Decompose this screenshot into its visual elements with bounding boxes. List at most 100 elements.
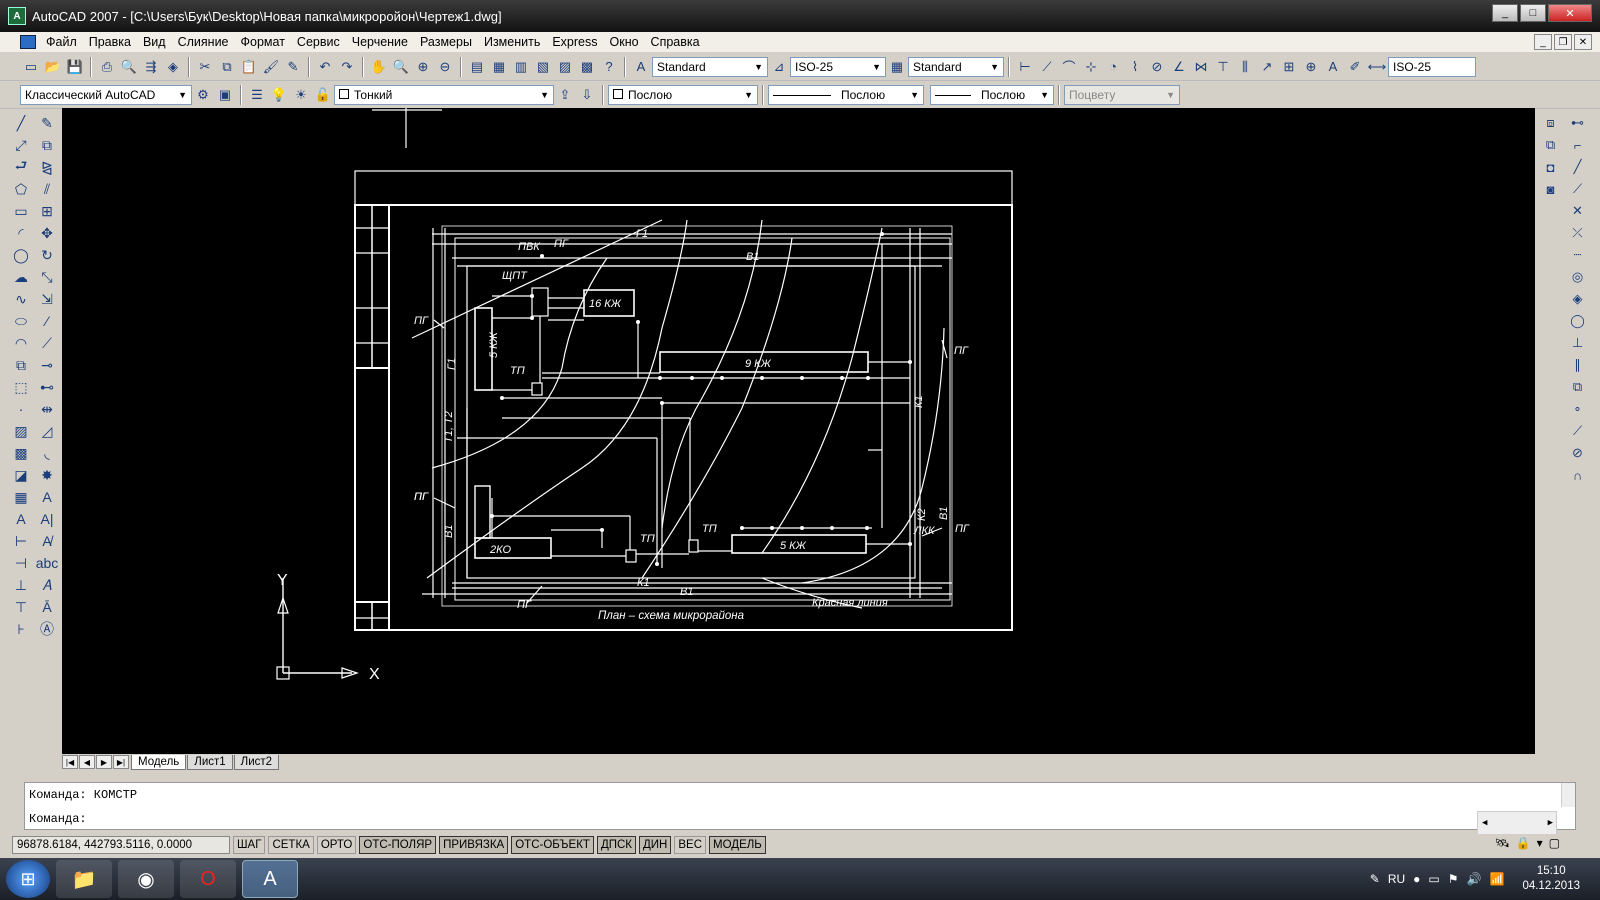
opera-taskbar-icon[interactable]: O <box>180 860 236 898</box>
clock[interactable]: 15:10 04.12.2013 <box>1522 864 1580 894</box>
prev-tab-icon[interactable]: ◀ <box>79 755 95 769</box>
trim-icon[interactable]: ⁄ <box>36 310 58 332</box>
chrome-taskbar-icon[interactable]: ◉ <box>118 860 174 898</box>
network-tray-icon[interactable]: ● <box>1413 872 1420 886</box>
tolerance-icon[interactable]: ⊞ <box>1278 56 1300 78</box>
dim-style-select[interactable]: ISO-25 ▼ <box>790 56 886 77</box>
clean-screen-icon[interactable]: ▢ <box>1549 836 1560 850</box>
erase-icon[interactable]: ✎ <box>36 112 58 134</box>
markup-icon[interactable]: ▨ <box>554 56 576 78</box>
ducs-toggle[interactable]: ДПСК <box>596 836 636 854</box>
document-icon[interactable] <box>20 35 36 49</box>
menu-edit[interactable]: Правка <box>83 35 137 49</box>
polar-toggle[interactable]: ОТС-ПОЛЯР <box>359 836 437 854</box>
dim-continue-icon[interactable]: ⫼ <box>1234 56 1256 78</box>
design-center-icon[interactable]: ▦ <box>488 56 510 78</box>
menu-view[interactable]: Вид <box>137 35 172 49</box>
snap-toggle[interactable]: ШАГ <box>233 836 266 854</box>
drawing-canvas[interactable]: ПВК ПГ ЩПТ Г1 16 КЖ В1 ПГ ПГ Г1 5 КЖ ТП … <box>62 108 1535 754</box>
dim-style-icon[interactable]: ⊿ <box>768 56 790 78</box>
line-icon[interactable]: ╱ <box>10 112 32 134</box>
text-edit-icon[interactable]: A̸ <box>36 530 58 552</box>
minimize-button[interactable]: _ <box>1492 4 1518 22</box>
lock-toolbar-icon[interactable]: 🔒 <box>1516 836 1531 850</box>
block-editor-icon[interactable]: ✎ <box>282 56 304 78</box>
chamfer-icon[interactable]: ◿ <box>36 420 58 442</box>
zoom-previous-icon[interactable]: ⊖ <box>434 56 456 78</box>
color-select[interactable]: Послою ▼ <box>608 84 758 105</box>
circle-icon[interactable]: ◯ <box>10 244 32 266</box>
pen-tray-icon[interactable]: ✎ <box>1370 872 1380 886</box>
dim-edit-icon[interactable]: A <box>1322 56 1344 78</box>
mtext-edit-icon[interactable]: A| <box>36 508 58 530</box>
quick-dim-icon[interactable]: ⋈ <box>1190 56 1212 78</box>
new-icon[interactable]: ▭ <box>20 56 42 78</box>
layer-manager-icon[interactable]: ☰ <box>246 84 268 106</box>
snap-temp-track-icon[interactable]: ⊷ <box>1567 112 1589 134</box>
workspace-settings-icon[interactable]: ⚙ <box>192 84 214 106</box>
copy-object-icon[interactable]: ⧉ <box>36 134 58 156</box>
properties-icon[interactable]: ▤ <box>466 56 488 78</box>
dim-update-icon[interactable]: ⟷ <box>1366 56 1388 78</box>
cut-icon[interactable]: ✂ <box>194 56 216 78</box>
table-style-select[interactable]: Standard ▼ <box>908 56 1004 77</box>
workspace-save-icon[interactable]: ▣ <box>214 84 236 106</box>
scale-icon[interactable]: ⤡ <box>36 266 58 288</box>
menu-file[interactable]: Файл <box>40 35 83 49</box>
stretch-icon[interactable]: ⇲ <box>36 288 58 310</box>
polyline-icon[interactable]: ⮐ <box>10 156 32 178</box>
center-mark-icon[interactable]: ⊕ <box>1300 56 1322 78</box>
layer-lock-icon[interactable]: 🔓 <box>312 84 334 106</box>
dim-text-edit-icon[interactable]: ✐ <box>1344 56 1366 78</box>
move-icon[interactable]: ✥ <box>36 222 58 244</box>
model-toggle[interactable]: МОДЕЛЬ <box>709 836 766 854</box>
send-under-icon[interactable]: ◙ <box>1540 178 1562 200</box>
zoom-realtime-icon[interactable]: 🔍 <box>390 56 412 78</box>
snap-none-icon[interactable]: ⊘ <box>1567 442 1589 464</box>
dim-toolbar-3-icon[interactable]: ⊥ <box>10 574 32 596</box>
gradient-icon[interactable]: ▩ <box>10 442 32 464</box>
dim-toolbar-2-icon[interactable]: ⊣ <box>10 552 32 574</box>
lwt-toggle[interactable]: ВЕС <box>674 836 707 854</box>
menu-window[interactable]: Окно <box>604 35 645 49</box>
rectangle-icon[interactable]: ▭ <box>10 200 32 222</box>
menu-dimension[interactable]: Размеры <box>414 35 478 49</box>
dim-arc-icon[interactable]: ⌒ <box>1058 56 1080 78</box>
tool-palettes-icon[interactable]: ▥ <box>510 56 532 78</box>
communication-center-icon[interactable]: 🛰 <box>1494 836 1509 850</box>
hatch-icon[interactable]: ▨ <box>10 420 32 442</box>
first-tab-icon[interactable]: |◀ <box>62 755 78 769</box>
explorer-taskbar-icon[interactable]: 📁 <box>56 860 112 898</box>
help-icon[interactable]: ? <box>598 56 620 78</box>
snap-insert-icon[interactable]: ⧉ <box>1567 376 1589 398</box>
match-properties-icon[interactable]: 🖌 <box>260 56 282 78</box>
start-button[interactable]: ⊞ <box>6 860 50 898</box>
undo-icon[interactable]: ↶ <box>314 56 336 78</box>
dim-toolbar-1-icon[interactable]: ⊢ <box>10 530 32 552</box>
dim-ordinate-icon[interactable]: ⊹ <box>1080 56 1102 78</box>
layer-on-icon[interactable]: 💡 <box>268 84 290 106</box>
zoom-window-icon[interactable]: ⊕ <box>412 56 434 78</box>
paste-icon[interactable]: 📋 <box>238 56 260 78</box>
spline-icon[interactable]: ∿ <box>10 288 32 310</box>
mirror-icon[interactable]: ⧎ <box>36 156 58 178</box>
revision-cloud-icon[interactable]: ☁ <box>10 266 32 288</box>
extend-icon[interactable]: ⟋ <box>36 332 58 354</box>
flag-tray-icon[interactable]: ⚑ <box>1448 872 1459 886</box>
text-style-2-icon[interactable]: 𝐴 <box>36 574 58 596</box>
layer-select[interactable]: Тонкий ▼ <box>334 84 554 105</box>
snap-quadrant-icon[interactable]: ◈ <box>1567 288 1589 310</box>
signal-tray-icon[interactable]: 📶 <box>1489 872 1504 886</box>
plotstyle-select[interactable]: Поцвету ▼ <box>1064 84 1180 105</box>
insert-block-icon[interactable]: ⧉ <box>10 354 32 376</box>
array-icon[interactable]: ⊞ <box>36 200 58 222</box>
coordinates-readout[interactable]: 96878.6184, 442793.5116, 0.0000 <box>12 836 230 854</box>
command-scrollbar[interactable] <box>1561 783 1575 807</box>
bring-front-icon[interactable]: ⧈ <box>1540 112 1562 134</box>
send-back-icon[interactable]: ⧉ <box>1540 134 1562 156</box>
lineweight-select[interactable]: Послою ▼ <box>930 84 1054 105</box>
snap-midpoint-icon[interactable]: ⟋ <box>1567 178 1589 200</box>
region-icon[interactable]: ◪ <box>10 464 32 486</box>
point-icon[interactable]: · <box>10 398 32 420</box>
3d-dwf-icon[interactable]: ◈ <box>162 56 184 78</box>
